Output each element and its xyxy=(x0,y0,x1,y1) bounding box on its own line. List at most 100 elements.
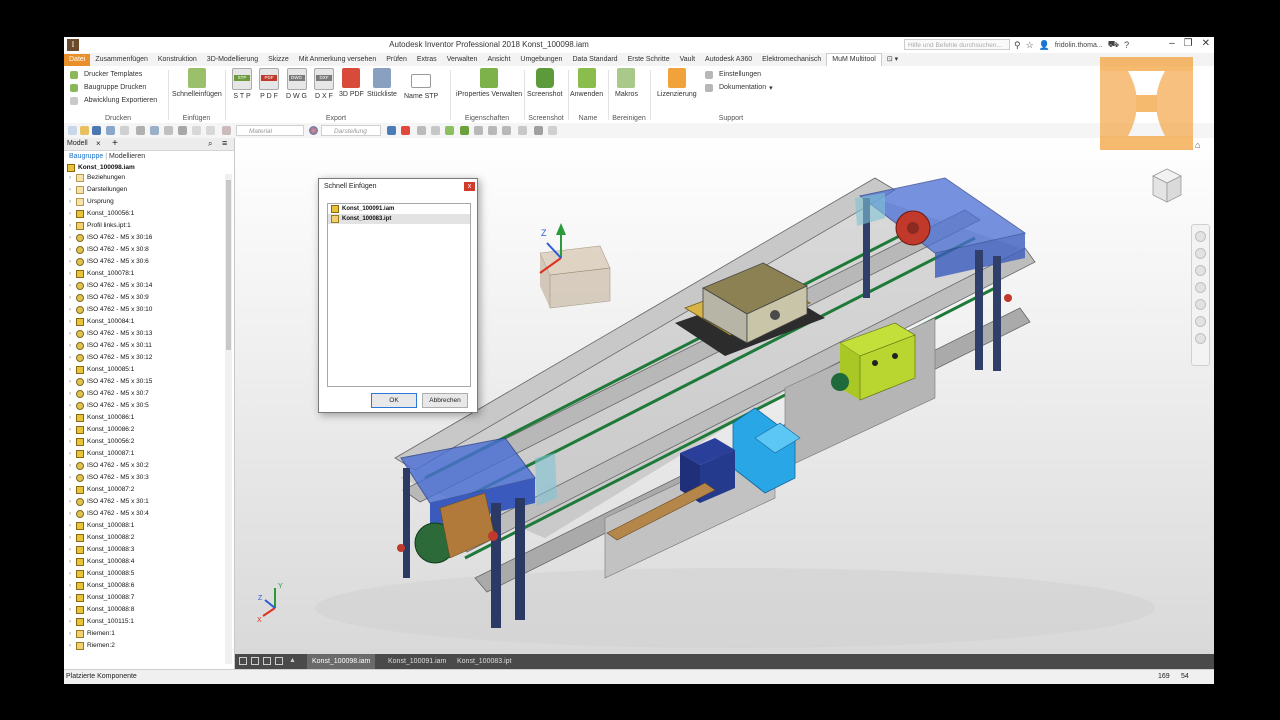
tree-node[interactable]: › ISO 4762 - M5 x 30:2 xyxy=(64,460,222,472)
chevron-right-icon[interactable]: › xyxy=(69,376,71,388)
chevron-right-icon[interactable]: › xyxy=(69,352,71,364)
zoom-icon[interactable] xyxy=(1195,265,1206,276)
zoom-all-icon[interactable] xyxy=(1195,316,1206,327)
einstellungen-button[interactable]: Einstellungen xyxy=(705,68,773,81)
anwenden-button[interactable]: Anwenden xyxy=(570,68,603,98)
tree-node[interactable]: › Beziehungen xyxy=(64,172,222,184)
tree-node[interactable]: › Darstellungen xyxy=(64,184,222,196)
new-icon[interactable] xyxy=(68,126,77,135)
ilogic-icon[interactable] xyxy=(445,126,454,135)
tree-node[interactable]: › Konst_100056:2 xyxy=(64,436,222,448)
viewcube[interactable] xyxy=(1149,166,1185,206)
save-icon[interactable] xyxy=(92,126,101,135)
list-item[interactable]: Konst_100083.ipt xyxy=(328,214,470,224)
chevron-right-icon[interactable]: › xyxy=(69,460,71,472)
chevron-right-icon[interactable]: › xyxy=(69,388,71,400)
tree-node[interactable]: › ISO 4762 - M5 x 30:16 xyxy=(64,232,222,244)
chevron-right-icon[interactable]: › xyxy=(69,484,71,496)
chevron-right-icon[interactable]: › xyxy=(69,472,71,484)
chevron-right-icon[interactable]: › xyxy=(69,232,71,244)
tree-node[interactable]: › Riemen:2 xyxy=(64,640,222,652)
chevron-right-icon[interactable]: › xyxy=(69,184,71,196)
tab-extras[interactable]: Extras xyxy=(412,54,442,66)
export-stp-button[interactable]: STP S T P xyxy=(232,68,252,100)
navigation-icon[interactable] xyxy=(518,126,527,135)
ipart-icon[interactable] xyxy=(431,126,440,135)
mode-baugruppe[interactable]: Baugruppe xyxy=(69,153,103,160)
tree-node[interactable]: › Konst_100088:5 xyxy=(64,568,222,580)
tab-vault[interactable]: Vault xyxy=(675,54,700,66)
chevron-right-icon[interactable]: › xyxy=(69,316,71,328)
chevron-right-icon[interactable]: › xyxy=(69,544,71,556)
tree-node[interactable]: › Ursprung xyxy=(64,196,222,208)
export-3dpdf-button[interactable]: 3D PDF xyxy=(339,68,364,98)
tree-node[interactable]: › Konst_100088:6 xyxy=(64,580,222,592)
view-icon[interactable] xyxy=(474,126,483,135)
add-browser-icon[interactable]: + xyxy=(112,138,118,149)
tree-node[interactable]: › ISO 4762 - M5 x 30:8 xyxy=(64,244,222,256)
tree-node[interactable]: › Konst_100086:2 xyxy=(64,424,222,436)
chevron-right-icon[interactable]: › xyxy=(69,220,71,232)
tree-node[interactable]: › ISO 4762 - M5 x 30:12 xyxy=(64,352,222,364)
tree-node[interactable]: › Konst_100088:3 xyxy=(64,544,222,556)
browser-scrollbar[interactable] xyxy=(225,174,232,664)
tree-node[interactable]: › ISO 4762 - M5 x 30:4 xyxy=(64,508,222,520)
tree-node[interactable]: › Konst_100088:2 xyxy=(64,532,222,544)
binoculars-icon[interactable]: ⚲ xyxy=(1014,40,1021,51)
tree-node[interactable]: › ISO 4762 - M5 x 30:15 xyxy=(64,376,222,388)
screenshot-button[interactable]: Screenshot xyxy=(527,68,562,98)
tab-pruefen[interactable]: Prüfen xyxy=(381,54,412,66)
chevron-right-icon[interactable]: › xyxy=(69,628,71,640)
tree-node[interactable]: › ISO 4762 - M5 x 30:9 xyxy=(64,292,222,304)
tab-umgebungen[interactable]: Umgebungen xyxy=(515,54,567,66)
tile-icon[interactable] xyxy=(251,657,259,665)
list-item[interactable]: Konst_100091.iam xyxy=(328,204,470,214)
material-combo[interactable]: Material xyxy=(236,125,304,136)
mode-modellieren[interactable]: Modellieren xyxy=(109,153,145,160)
arrange-icon[interactable] xyxy=(263,657,271,665)
minimize-button[interactable]: – xyxy=(1169,38,1175,49)
help-icon[interactable]: ? xyxy=(1124,40,1129,50)
baugruppe-drucken-button[interactable]: Baugruppe Drucken xyxy=(70,81,157,94)
tab-anmerkung[interactable]: Mit Anmerkung versehen xyxy=(294,54,381,66)
tab-modell[interactable]: Modell xyxy=(67,140,88,147)
tree-node[interactable]: › Konst_100115:1 xyxy=(64,616,222,628)
tree-node[interactable]: › Konst_100088:7 xyxy=(64,592,222,604)
restore-button[interactable]: ❐ xyxy=(1184,38,1193,49)
cancel-button[interactable]: Abbrechen xyxy=(422,393,468,408)
tree-node[interactable]: › ISO 4762 - M5 x 30:3 xyxy=(64,472,222,484)
tab-a360[interactable]: Autodesk A360 xyxy=(700,54,757,66)
more-icon[interactable] xyxy=(548,126,557,135)
file-list[interactable]: Konst_100091.iam Konst_100083.ipt xyxy=(327,203,471,387)
user-name[interactable]: fridolin.thoma... xyxy=(1055,42,1103,49)
chevron-right-icon[interactable]: › xyxy=(69,304,71,316)
open-icon[interactable] xyxy=(80,126,89,135)
chevron-right-icon[interactable]: › xyxy=(69,592,71,604)
chevron-right-icon[interactable]: › xyxy=(69,400,71,412)
doc-tab-konst-100091[interactable]: Konst_100091.iam xyxy=(383,654,451,669)
tree-node[interactable]: › ISO 4762 - M5 x 30:5 xyxy=(64,400,222,412)
tab-3d-modellierung[interactable]: 3D-Modellierung xyxy=(202,54,263,66)
chevron-right-icon[interactable]: › xyxy=(69,256,71,268)
ok-button[interactable]: OK xyxy=(371,393,417,408)
drucker-templates-button[interactable]: Drucker Templates xyxy=(70,68,157,81)
dialog-close-button[interactable]: x xyxy=(464,182,475,191)
tree-node[interactable]: › ISO 4762 - M5 x 30:10 xyxy=(64,304,222,316)
steering-wheel-icon[interactable] xyxy=(1195,231,1206,242)
chevron-right-icon[interactable]: › xyxy=(69,520,71,532)
tree-node[interactable]: › Riemen:1 xyxy=(64,628,222,640)
tab-elektromechanisch[interactable]: Elektromechanisch xyxy=(757,54,826,66)
cart-icon[interactable]: ⛟ xyxy=(1108,39,1119,51)
pan-icon[interactable] xyxy=(1195,248,1206,259)
clear-override-icon[interactable] xyxy=(387,126,396,135)
tree-node[interactable]: › Konst_100078:1 xyxy=(64,268,222,280)
tree-node[interactable]: › Konst_100056:1 xyxy=(64,208,222,220)
tree-node[interactable]: › Konst_100085:1 xyxy=(64,364,222,376)
tree-node[interactable]: › Konst_100088:8 xyxy=(64,604,222,616)
chevron-right-icon[interactable]: › xyxy=(69,580,71,592)
iproperties-verwalten-button[interactable]: iProperties Verwalten xyxy=(456,68,522,98)
chevron-right-icon[interactable]: › xyxy=(69,448,71,460)
chevron-right-icon[interactable]: › xyxy=(69,244,71,256)
tab-verwalten[interactable]: Verwalten xyxy=(442,54,483,66)
tree-node[interactable]: › ISO 4762 - M5 x 30:13 xyxy=(64,328,222,340)
